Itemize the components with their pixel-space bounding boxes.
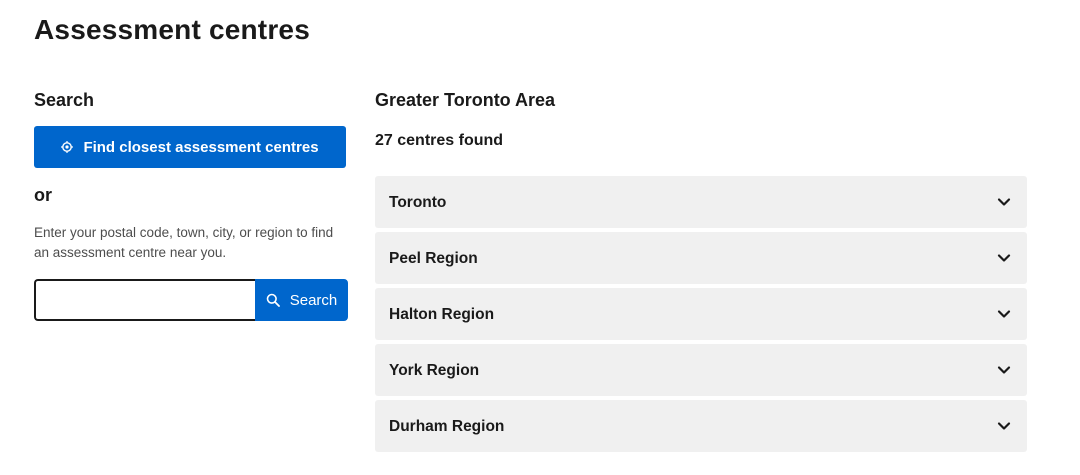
- search-heading: Search: [34, 90, 95, 110]
- accordion-item-york-region[interactable]: York Region: [375, 344, 1027, 396]
- accordion-item-toronto[interactable]: Toronto: [375, 176, 1027, 228]
- search-panel: Search Find closest assessment centres o…: [34, 90, 354, 321]
- or-separator: or: [34, 185, 52, 205]
- search-input[interactable]: [34, 279, 255, 321]
- chevron-down-icon: [997, 197, 1011, 207]
- results-count: 27 centres found: [375, 132, 504, 149]
- accordion-label: York Region: [389, 362, 480, 379]
- results-panel: Greater Toronto Area 27 centres found To…: [375, 90, 1027, 456]
- chevron-down-icon: [997, 421, 1011, 431]
- accordion-item-durham-region[interactable]: Durham Region: [375, 400, 1027, 452]
- accordion-label: Halton Region: [389, 306, 495, 323]
- accordion-label: Peel Region: [389, 250, 478, 267]
- page-title: Assessment centres: [34, 14, 310, 45]
- accordion-label: Toronto: [389, 194, 447, 211]
- search-button[interactable]: Search: [255, 279, 348, 321]
- find-closest-button[interactable]: Find closest assessment centres: [34, 126, 346, 168]
- chevron-down-icon: [997, 253, 1011, 263]
- chevron-down-icon: [997, 309, 1011, 319]
- region-accordion: Toronto Peel Region Halton Region York R…: [375, 176, 1027, 452]
- accordion-item-peel-region[interactable]: Peel Region: [375, 232, 1027, 284]
- search-icon: [266, 293, 280, 307]
- locate-icon: [61, 141, 74, 153]
- accordion-label: Durham Region: [389, 418, 505, 435]
- accordion-item-halton-region[interactable]: Halton Region: [375, 288, 1027, 340]
- chevron-down-icon: [997, 365, 1011, 375]
- search-button-label: Search: [289, 291, 338, 309]
- search-form: Search: [34, 279, 348, 321]
- find-button-label: Find closest assessment centres: [83, 138, 319, 156]
- search-help-text: Enter your postal code, town, city, or r…: [34, 225, 334, 260]
- area-heading: Greater Toronto Area: [375, 90, 556, 110]
